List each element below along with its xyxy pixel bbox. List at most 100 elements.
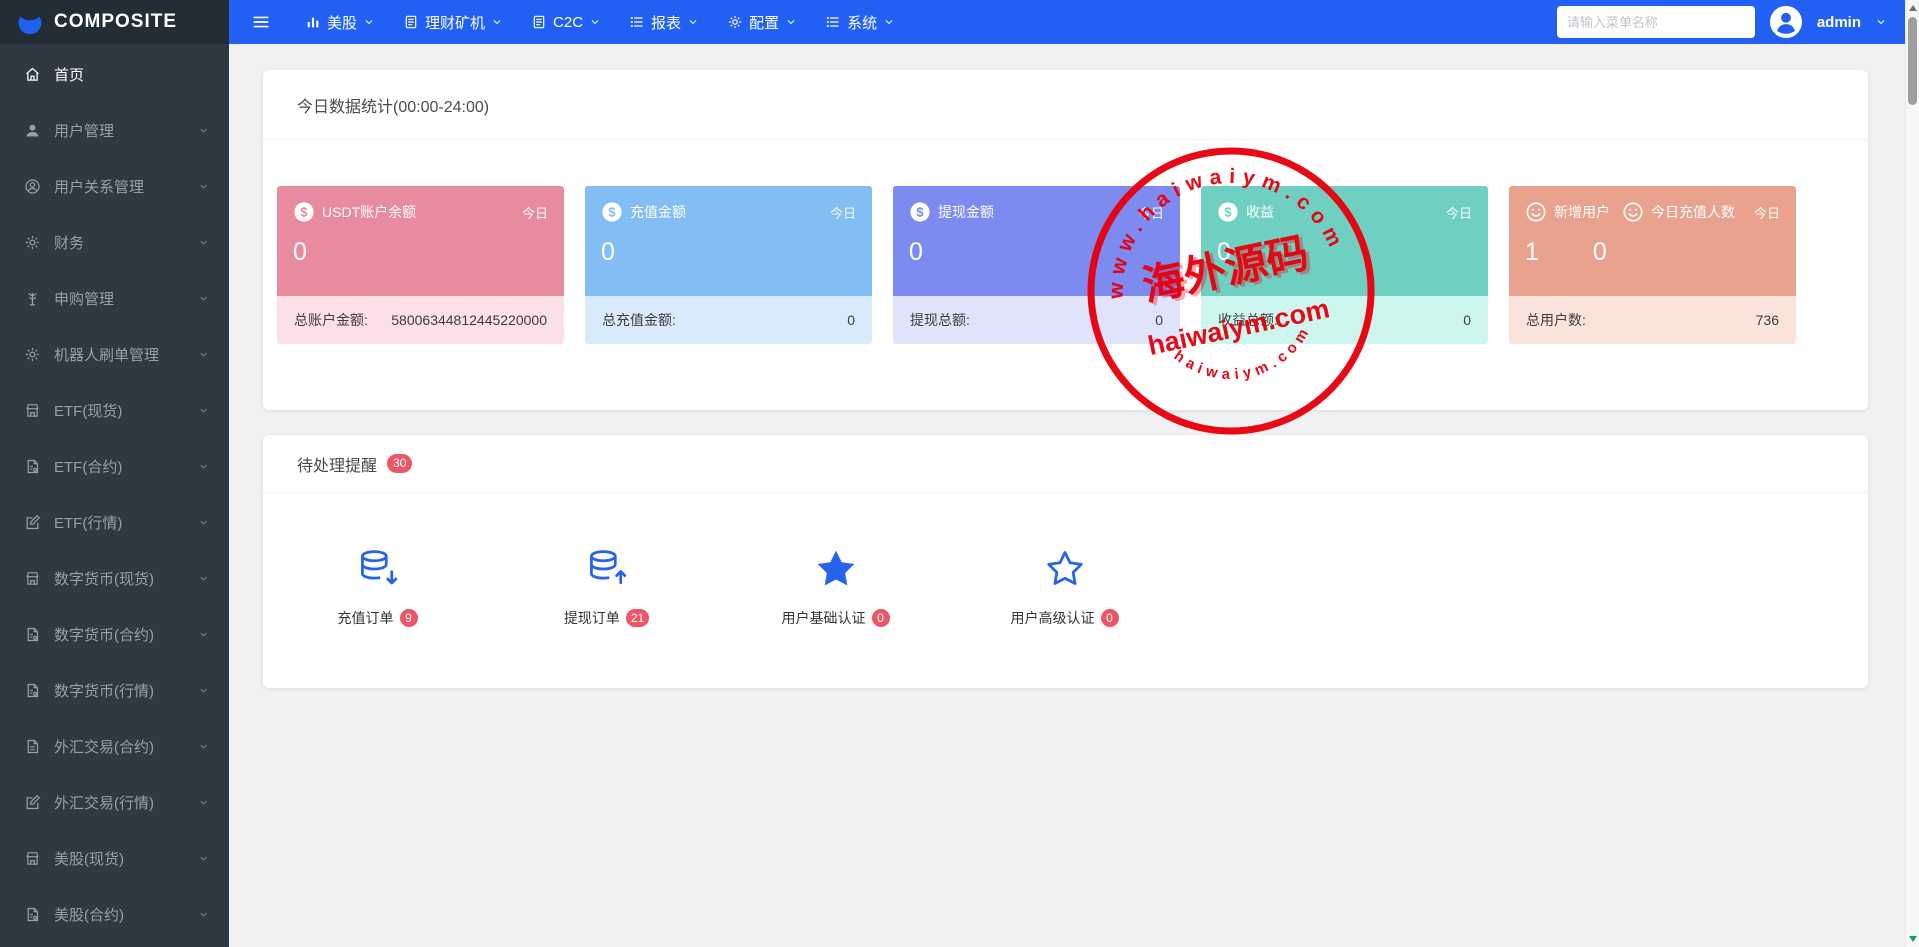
stat-card: $提现金额今日 0 提现总额: 0 — [893, 186, 1180, 344]
sidebar: 首页 用户管理 用户关系管理 财务 申购管理 机器人刷单管理 ETF(现货) E… — [0, 44, 229, 947]
scrollbar-thumb[interactable] — [1908, 17, 1917, 105]
edit-icon — [24, 514, 41, 531]
search-icon[interactable] — [1743, 15, 1745, 30]
chevron-down-icon[interactable] — [1875, 16, 1887, 28]
card-title: $充值金额 — [601, 201, 686, 223]
nav-item-config[interactable]: 配置 — [713, 0, 811, 44]
reminder-items-row: 充值订单 9 提现订单 21 用户基础认证 0 用户高级认证 0 — [263, 493, 1868, 628]
nav-item-label: 美股 — [327, 12, 357, 33]
sidebar-item-label: ETF(行情) — [54, 512, 198, 533]
card-title: $ USDT账户余额 — [293, 201, 416, 223]
today-stats-panel: 今日数据统计(00:00-24:00) $ USDT账户余额 今日 0 总账户金额:… — [263, 70, 1868, 410]
smiley-icon — [1525, 201, 1547, 223]
stats-panel-header: 今日数据统计(00:00-24:00) — [263, 70, 1868, 140]
user-circle-icon — [24, 178, 41, 195]
hamburger-icon[interactable] — [251, 12, 271, 32]
card-period-tag: 今日 — [1754, 203, 1780, 222]
sidebar-item-finance[interactable]: 财务 — [0, 214, 229, 270]
nav-item-c2c[interactable]: C2C — [517, 0, 615, 44]
reminder-item-advanced-kyc[interactable]: 用户高级认证 0 — [950, 547, 1179, 628]
chevron-down-icon — [198, 573, 209, 584]
card-footer-value: 736 — [1756, 312, 1779, 328]
reminder-label: 用户基础认证 — [782, 608, 866, 628]
chevron-down-icon — [198, 349, 209, 360]
home-icon — [24, 66, 41, 83]
sidebar-item-subscription[interactable]: 申购管理 — [0, 270, 229, 326]
card-values: 0 — [601, 238, 856, 267]
sidebar-item-us-stock-spot[interactable]: 美股(现货) — [0, 830, 229, 886]
nav-menu: 美股 理财矿机 C2C 报表 配置 系统 — [291, 0, 909, 44]
sidebar-item-label: ETF(合约) — [54, 456, 198, 477]
sidebar-item-us-stock-contract[interactable]: 美股(合约) — [0, 886, 229, 942]
nav-item-wealth-miner[interactable]: 理财矿机 — [389, 0, 517, 44]
sidebar-item-home[interactable]: 首页 — [0, 46, 229, 102]
sidebar-item-label: 数字货币(合约) — [54, 624, 198, 645]
sidebar-item-user-management[interactable]: 用户管理 — [0, 102, 229, 158]
stats-panel-title: 今日数据统计(00:00-24:00) — [297, 93, 489, 117]
scrollbar-up-button[interactable] — [1906, 0, 1919, 16]
nav-item-us-stock[interactable]: 美股 — [291, 0, 389, 44]
journal-icon — [403, 14, 419, 30]
sidebar-item-label: 申购管理 — [54, 288, 198, 309]
reminder-item-withdraw-orders[interactable]: 提现订单 21 — [492, 547, 721, 628]
card-title: $收益 — [1217, 201, 1274, 223]
card-footer-label: 总用户数: — [1526, 310, 1586, 330]
chevron-down-icon — [883, 16, 895, 28]
sidebar-item-etf-spot[interactable]: ETF(现货) — [0, 382, 229, 438]
card-title: $提现金额 — [909, 201, 994, 223]
card-title: 今日充值人数 — [1622, 201, 1735, 223]
card-footer-label: 收益总额: — [1218, 310, 1278, 330]
card-values: 0 — [1217, 238, 1472, 267]
card-title-label: USDT账户余额 — [322, 202, 416, 222]
username[interactable]: admin — [1817, 14, 1861, 31]
page-scrollbar[interactable] — [1905, 0, 1919, 947]
sidebar-item-etf-quotes[interactable]: ETF(行情) — [0, 494, 229, 550]
chevron-down-icon — [198, 797, 209, 808]
sidebar-item-label: 外汇交易(行情) — [54, 792, 198, 813]
sidebar-item-etf-contract[interactable]: ETF(合约) — [0, 438, 229, 494]
card-period-tag: 今日 — [522, 203, 548, 222]
card-title-label: 今日充值人数 — [1651, 202, 1735, 222]
search-input[interactable] — [1567, 15, 1743, 30]
stat-card: 新增用户今日充值人数今日 10 总用户数: 736 — [1509, 186, 1796, 344]
avatar-icon[interactable] — [1769, 5, 1803, 39]
card-period-tag: 今日 — [1138, 203, 1164, 222]
reminder-item-recharge-orders[interactable]: 充值订单 9 — [263, 547, 492, 628]
chevron-down-icon — [589, 16, 601, 28]
card-values: 0 — [909, 238, 1164, 267]
card-footer-value: 0 — [1155, 312, 1163, 328]
file-sql-icon — [24, 458, 41, 475]
card-period-tag: 今日 — [830, 203, 856, 222]
svg-text:$: $ — [1224, 204, 1231, 219]
reminder-item-basic-kyc[interactable]: 用户基础认证 0 — [721, 547, 950, 628]
reminder-label: 用户高级认证 — [1011, 608, 1095, 628]
store-icon — [24, 850, 41, 867]
card-value: 0 — [1593, 238, 1607, 267]
reminders-panel-title: 待处理提醒 — [297, 452, 377, 476]
store-icon — [24, 402, 41, 419]
nav-item-label: C2C — [553, 14, 583, 31]
sidebar-item-crypto-quotes[interactable]: 数字货币(行情) — [0, 662, 229, 718]
reminders-panel-header: 待处理提醒 30 — [263, 435, 1868, 493]
list-icon — [629, 14, 645, 30]
svg-text:$: $ — [300, 204, 307, 219]
card-footer-label: 总账户金额: — [294, 310, 368, 330]
sidebar-item-robot-orders[interactable]: 机器人刷单管理 — [0, 326, 229, 382]
sidebar-item-crypto-spot[interactable]: 数字货币(现货) — [0, 550, 229, 606]
top-navbar: COMPOSITE 美股 理财矿机 C2C 报表 配置 系统 admin — [0, 0, 1905, 44]
sidebar-item-crypto-contract[interactable]: 数字货币(合约) — [0, 606, 229, 662]
sidebar-item-user-relations[interactable]: 用户关系管理 — [0, 158, 229, 214]
card-title-label: 新增用户 — [1554, 202, 1610, 222]
scrollbar-down-button[interactable] — [1906, 931, 1919, 947]
sidebar-item-forex-quotes[interactable]: 外汇交易(行情) — [0, 774, 229, 830]
card-footer-value: 0 — [847, 312, 855, 328]
card-values: 0 — [293, 238, 548, 267]
card-title-label: 充值金额 — [630, 202, 686, 222]
card-title: 新增用户 — [1525, 201, 1610, 223]
nav-item-system[interactable]: 系统 — [811, 0, 909, 44]
topbar-right: admin — [1557, 5, 1905, 39]
card-value: 0 — [293, 238, 307, 267]
sidebar-item-forex-contract[interactable]: 外汇交易(合约) — [0, 718, 229, 774]
nav-item-reports[interactable]: 报表 — [615, 0, 713, 44]
chevron-down-icon — [785, 16, 797, 28]
